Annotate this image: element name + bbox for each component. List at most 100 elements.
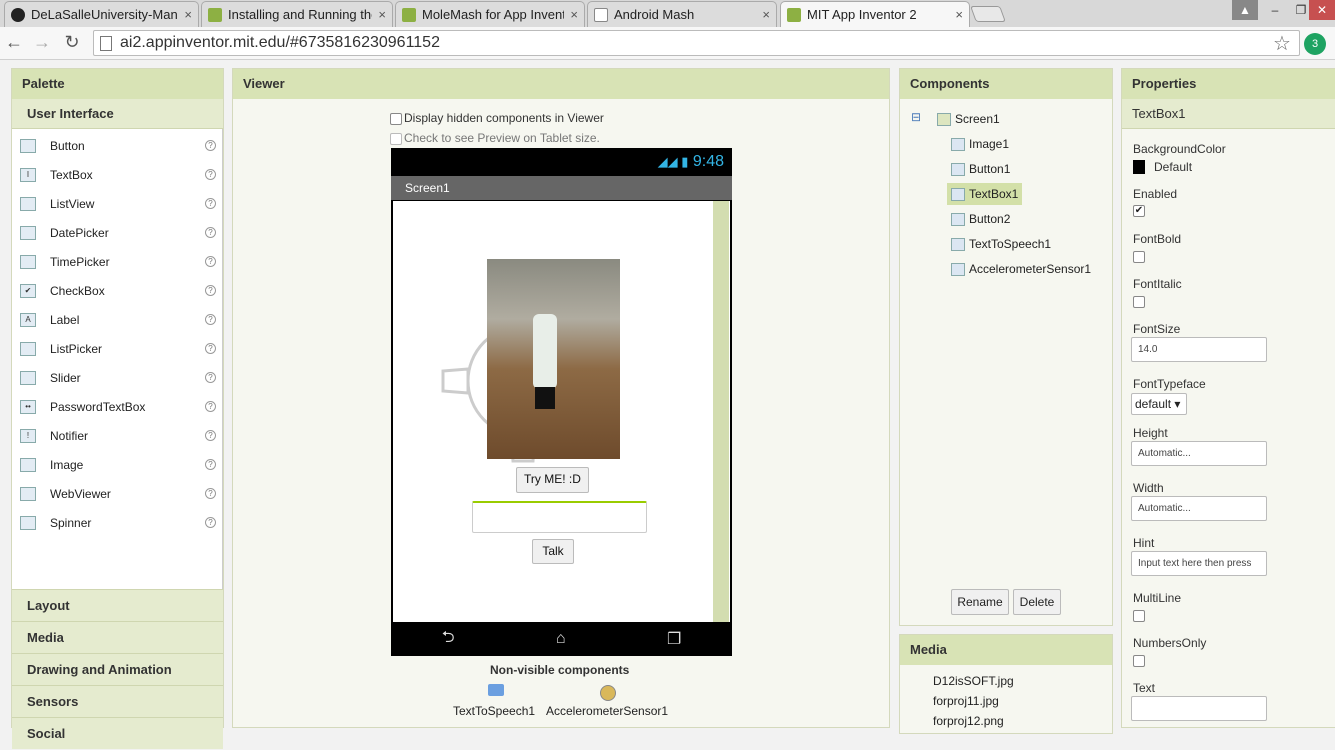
close-window-icon[interactable]: ✕ — [1309, 0, 1335, 20]
palette-item-button[interactable]: Button? — [12, 131, 222, 160]
tab-android-mash[interactable]: Android Mash × — [587, 1, 777, 27]
help-icon[interactable]: ? — [205, 169, 216, 180]
color-swatch[interactable] — [1133, 160, 1145, 174]
tablet-preview-checkbox[interactable] — [390, 132, 402, 145]
tree-screen1[interactable]: Screen1 — [933, 108, 1004, 130]
extension-badge-icon[interactable]: 3 — [1304, 33, 1326, 55]
screen-scrollbar[interactable] — [713, 201, 729, 622]
delete-button[interactable]: Delete — [1013, 589, 1061, 615]
nonvisible-accelerometer[interactable]: AccelerometerSensor1 — [546, 704, 668, 718]
home-nav-icon[interactable]: ⌂ — [556, 630, 566, 648]
tree-button1[interactable]: Button1 — [947, 158, 1014, 180]
help-icon[interactable]: ? — [205, 256, 216, 267]
button2-preview[interactable]: Talk — [532, 539, 574, 564]
tree-label: TextBox1 — [969, 187, 1019, 201]
prop-multiline-label: MultiLine — [1133, 591, 1182, 605]
reload-icon[interactable]: ↻ — [60, 32, 84, 53]
tree-textbox1[interactable]: TextBox1 — [947, 183, 1023, 205]
prop-fontbold-checkbox[interactable] — [1133, 251, 1145, 263]
accelerometer-icon — [600, 685, 616, 701]
prop-fonttypeface-select[interactable]: default ▾ — [1131, 393, 1187, 415]
display-hidden-toggle[interactable]: Display hidden components in Viewer — [390, 111, 604, 125]
new-tab-button[interactable] — [970, 6, 1006, 22]
category-layout[interactable]: Layout — [12, 589, 223, 621]
tab-mit-app-inventor[interactable]: MIT App Inventor 2 × — [780, 1, 970, 27]
palette-item-notifier[interactable]: ! Notifier? — [12, 421, 222, 450]
textbox1-preview[interactable] — [472, 501, 647, 533]
palette-item-spinner[interactable]: Spinner? — [12, 508, 222, 537]
prop-numbersonly-checkbox[interactable] — [1133, 655, 1145, 667]
tab-github[interactable]: DeLaSalleUniversity-Manil × — [4, 1, 199, 27]
palette-item-textbox[interactable]: I TextBox? — [12, 160, 222, 189]
prop-fontsize-input[interactable]: 14.0 — [1131, 337, 1267, 362]
palette-item-checkbox[interactable]: ✔ CheckBox? — [12, 276, 222, 305]
help-icon[interactable]: ? — [205, 430, 216, 441]
palette-item-datepicker[interactable]: DatePicker? — [12, 218, 222, 247]
palette-item-passwordtextbox[interactable]: •• PasswordTextBox? — [12, 392, 222, 421]
button1-preview[interactable]: Try ME! :D — [516, 467, 589, 493]
help-icon[interactable]: ? — [205, 343, 216, 354]
collapse-tree-icon[interactable]: ⊟ — [911, 110, 921, 124]
back-icon[interactable]: ← — [2, 32, 26, 53]
close-tab-icon[interactable]: × — [762, 7, 770, 22]
help-icon[interactable]: ? — [205, 314, 216, 325]
tree-button2[interactable]: Button2 — [947, 208, 1014, 230]
prop-hint-input[interactable]: Input text here then press — [1131, 551, 1267, 576]
prop-fontitalic-checkbox[interactable] — [1133, 296, 1145, 308]
address-bar[interactable]: ai2.appinventor.mit.edu/#673581623096115… — [93, 30, 1300, 56]
close-tab-icon[interactable]: × — [955, 7, 963, 22]
help-icon[interactable]: ? — [205, 488, 216, 499]
palette-item-listpicker[interactable]: ListPicker? — [12, 334, 222, 363]
help-icon[interactable]: ? — [205, 285, 216, 296]
prop-enabled-checkbox[interactable]: ✔ — [1133, 205, 1145, 217]
help-icon[interactable]: ? — [205, 140, 216, 151]
palette-item-label[interactable]: A Label? — [12, 305, 222, 334]
media-file[interactable]: forproj11.jpg — [933, 694, 999, 708]
minimize-icon[interactable]: – — [1262, 0, 1288, 20]
close-tab-icon[interactable]: × — [184, 7, 192, 22]
user-icon[interactable]: ▲ — [1232, 0, 1258, 20]
tree-image1[interactable]: Image1 — [947, 133, 1013, 155]
palette-item-timepicker[interactable]: TimePicker? — [12, 247, 222, 276]
prop-text-input[interactable] — [1131, 696, 1267, 721]
media-file[interactable]: D12isSOFT.jpg — [933, 674, 1014, 688]
help-icon[interactable]: ? — [205, 459, 216, 470]
help-icon[interactable]: ? — [205, 227, 216, 238]
category-media[interactable]: Media — [12, 621, 223, 653]
help-icon[interactable]: ? — [205, 401, 216, 412]
help-icon[interactable]: ? — [205, 198, 216, 209]
help-icon[interactable]: ? — [205, 517, 216, 528]
recent-apps-icon[interactable]: ❐ — [667, 629, 681, 649]
close-tab-icon[interactable]: × — [570, 7, 578, 22]
category-drawing-and-animation[interactable]: Drawing and Animation — [12, 653, 223, 685]
palette-item-label: Label — [50, 312, 80, 327]
palette-item-webviewer[interactable]: WebViewer? — [12, 479, 222, 508]
prop-multiline-checkbox[interactable] — [1133, 610, 1145, 622]
close-tab-icon[interactable]: × — [378, 7, 386, 22]
back-nav-icon[interactable]: ⮌ — [442, 626, 455, 653]
display-hidden-checkbox[interactable] — [390, 112, 402, 125]
category-social[interactable]: Social — [12, 717, 223, 749]
media-file[interactable]: forproj12.png — [933, 714, 1004, 728]
selected-component-name: TextBox1 — [1122, 99, 1335, 129]
prop-width-input[interactable]: Automatic... — [1131, 496, 1267, 521]
prop-backgroundcolor-value[interactable]: Default — [1154, 160, 1192, 174]
prop-height-input[interactable]: Automatic... — [1131, 441, 1267, 466]
category-user-interface[interactable]: User Interface — [12, 99, 223, 129]
tablet-preview-toggle[interactable]: Check to see Preview on Tablet size. — [390, 131, 600, 145]
rename-button[interactable]: Rename — [951, 589, 1009, 615]
help-icon[interactable]: ? — [205, 372, 216, 383]
prop-hint-label: Hint — [1133, 536, 1155, 550]
bookmark-star-icon[interactable]: ☆ — [1273, 31, 1291, 56]
palette-item-image[interactable]: Image? — [12, 450, 222, 479]
category-sensors[interactable]: Sensors — [12, 685, 223, 717]
tab-molemash[interactable]: MoleMash for App Invento × — [395, 1, 585, 27]
palette-item-slider[interactable]: Slider? — [12, 363, 222, 392]
palette-item-listview[interactable]: ListView? — [12, 189, 222, 218]
tree-texttospeech1[interactable]: TextToSpeech1 — [947, 233, 1055, 255]
tree-accelerometersensor1[interactable]: AccelerometerSensor1 — [947, 258, 1095, 280]
forward-icon[interactable]: → — [30, 32, 54, 53]
nonvisible-tts[interactable]: TextToSpeech1 — [453, 704, 535, 718]
tab-installing[interactable]: Installing and Running the × — [201, 1, 393, 27]
media-title: Media — [900, 635, 1112, 665]
